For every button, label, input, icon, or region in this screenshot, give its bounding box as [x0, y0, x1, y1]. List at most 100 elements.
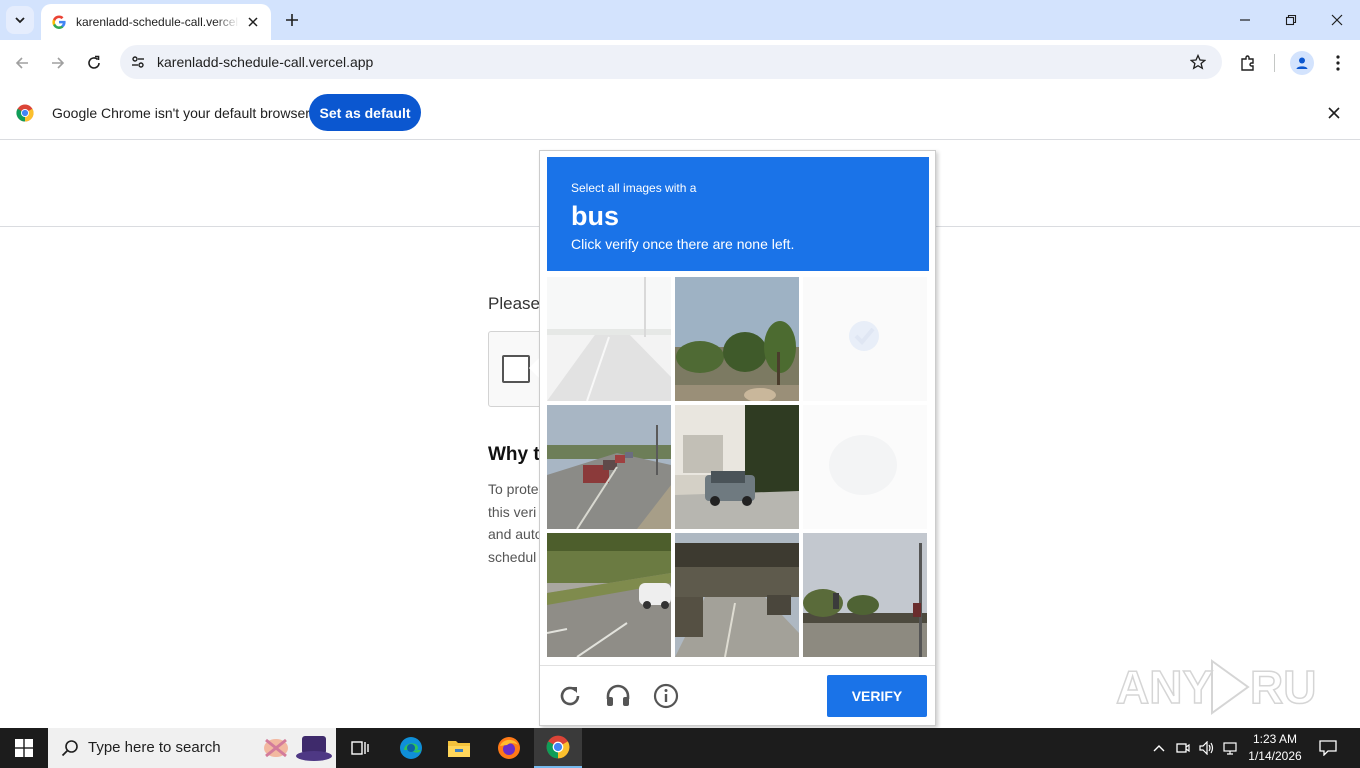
arrow-left-icon — [15, 57, 28, 69]
tab-search-button[interactable] — [6, 6, 34, 34]
forward-button[interactable] — [43, 48, 73, 78]
verify-button[interactable]: VERIFY — [827, 675, 927, 717]
captcha-tile[interactable] — [803, 533, 927, 657]
tab-strip: karenladd-schedule-call.vercel.app — [0, 0, 1360, 40]
clock-date: 1/14/2026 — [1248, 749, 1302, 763]
arrow-right-icon — [52, 57, 65, 69]
captcha-tile[interactable] — [547, 533, 671, 657]
search-icon — [61, 740, 78, 757]
firefox-taskbar-button[interactable] — [485, 728, 533, 768]
kebab-menu-icon — [1336, 55, 1340, 71]
svg-text:RUN: RUN — [1250, 661, 1316, 713]
new-tab-button[interactable] — [280, 8, 304, 32]
svg-text:ANY: ANY — [1116, 661, 1213, 713]
volume-tray-button[interactable] — [1197, 738, 1217, 758]
bookmark-button[interactable] — [1188, 52, 1208, 72]
search-placeholder: Type here to search — [88, 739, 221, 756]
url-text: karenladd-schedule-call.vercel.app — [157, 54, 374, 70]
chrome-menu-button[interactable] — [1326, 51, 1350, 75]
captcha-tile[interactable] — [803, 405, 927, 529]
blank-tile-image — [803, 405, 927, 529]
network-tray-button[interactable] — [1221, 738, 1241, 758]
info-icon — [653, 683, 679, 709]
start-button[interactable] — [0, 728, 48, 768]
google-favicon-icon — [52, 15, 66, 29]
edge-icon — [400, 737, 422, 759]
tune-icon — [132, 56, 144, 68]
edge-taskbar-button[interactable] — [387, 728, 435, 768]
captcha-tile[interactable] — [803, 277, 927, 401]
plus-icon — [286, 14, 298, 26]
clock-time: 1:23 AM — [1252, 732, 1298, 746]
reload-icon — [88, 55, 100, 69]
parked-car-image — [675, 405, 799, 529]
minimize-button[interactable] — [1222, 0, 1268, 40]
bridge-signal-image — [803, 533, 927, 657]
reload-button[interactable] — [79, 48, 109, 78]
restore-button[interactable] — [1268, 0, 1314, 40]
chrome-taskbar-button[interactable] — [534, 728, 582, 768]
speaker-icon — [1199, 741, 1214, 755]
close-icon — [1328, 107, 1340, 119]
challenge-target-word: bus — [571, 201, 620, 231]
puzzle-icon — [1241, 55, 1254, 71]
set-as-default-button[interactable]: Set as default — [309, 94, 421, 131]
task-view-button[interactable] — [336, 728, 384, 768]
screen: karenladd-schedule-call.vercel.app — [0, 0, 1360, 768]
firefox-icon — [498, 737, 520, 759]
file-explorer-button[interactable] — [435, 728, 483, 768]
toolbar-separator — [1274, 54, 1275, 72]
taskbar-clock[interactable]: 1:23 AM 1/14/2026 — [1240, 731, 1310, 765]
captcha-tile[interactable] — [675, 533, 799, 657]
browser-toolbar: karenladd-schedule-call.vercel.app — [0, 40, 1360, 86]
star-icon — [1190, 54, 1206, 70]
address-bar[interactable]: karenladd-schedule-call.vercel.app — [120, 45, 1222, 79]
webcam-icon — [1176, 743, 1190, 753]
back-button[interactable] — [7, 48, 37, 78]
page-prompt-text: Please — [488, 294, 540, 313]
infobar-close-button[interactable] — [1324, 103, 1344, 123]
site-info-button[interactable] — [126, 50, 150, 74]
audio-challenge-button[interactable] — [603, 681, 633, 711]
chrome-icon — [546, 735, 570, 759]
browser-tab[interactable]: karenladd-schedule-call.vercel.app — [41, 4, 271, 40]
traffic-road-image — [547, 405, 671, 529]
folder-icon — [448, 741, 470, 757]
close-icon — [248, 17, 258, 27]
challenge-footer-divider — [540, 665, 935, 666]
recaptcha-checkbox[interactable] — [502, 355, 530, 383]
extensions-button[interactable] — [1236, 51, 1260, 75]
tab-close-button[interactable] — [245, 14, 261, 30]
anyrun-watermark-logo: ANY RUN — [1116, 659, 1316, 715]
profile-button[interactable] — [1290, 51, 1314, 75]
person-icon — [1296, 57, 1308, 69]
challenge-header: Select all images with a bus Click verif… — [547, 157, 929, 271]
captcha-tile[interactable] — [675, 277, 799, 401]
challenge-help-button[interactable] — [651, 681, 681, 711]
chevron-down-icon — [15, 17, 25, 24]
captcha-tile[interactable] — [547, 405, 671, 529]
taskbar-search-box[interactable]: Type here to search — [48, 728, 336, 768]
show-hidden-icons-button[interactable] — [1149, 738, 1169, 758]
page-heading: Why t — [488, 444, 540, 465]
reload-challenge-button[interactable] — [555, 681, 585, 711]
notification-icon — [1319, 740, 1337, 756]
street-scene-image — [547, 277, 671, 401]
task-view-icon — [351, 741, 369, 755]
restore-icon — [1285, 14, 1297, 26]
tab-title: karenladd-schedule-call.vercel.app — [76, 15, 239, 29]
trees-image — [675, 277, 799, 401]
captcha-tile[interactable] — [675, 405, 799, 529]
action-center-button[interactable] — [1316, 738, 1340, 758]
captcha-tile[interactable] — [547, 277, 671, 401]
challenge-instruction: Select all images with a — [571, 181, 697, 195]
network-icon — [1223, 742, 1237, 755]
meet-now-tray-button[interactable] — [1173, 738, 1193, 758]
chevron-up-icon — [1153, 745, 1165, 752]
selected-tile-image — [803, 277, 927, 401]
windows-logo-icon — [15, 739, 33, 757]
recaptcha-challenge-popup: Select all images with a bus Click verif… — [539, 150, 936, 726]
close-window-button[interactable] — [1314, 0, 1360, 40]
default-browser-infobar: Google Chrome isn't your default browser… — [0, 86, 1360, 140]
infobar-message: Google Chrome isn't your default browser — [52, 105, 310, 121]
